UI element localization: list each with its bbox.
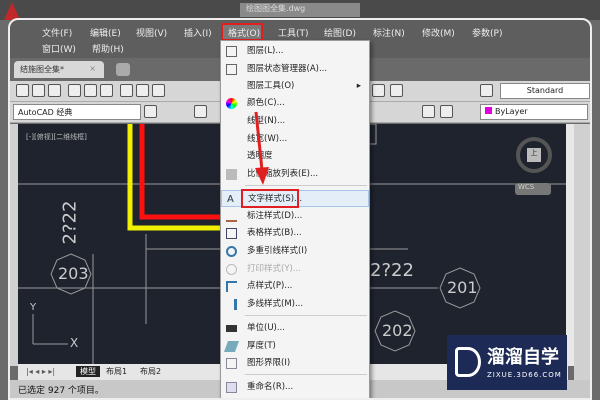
window-frame-overlay bbox=[8, 18, 592, 400]
document-title: 绘图图全集.dwg bbox=[240, 3, 360, 17]
title-bar: 绘图图全集.dwg bbox=[0, 0, 600, 20]
